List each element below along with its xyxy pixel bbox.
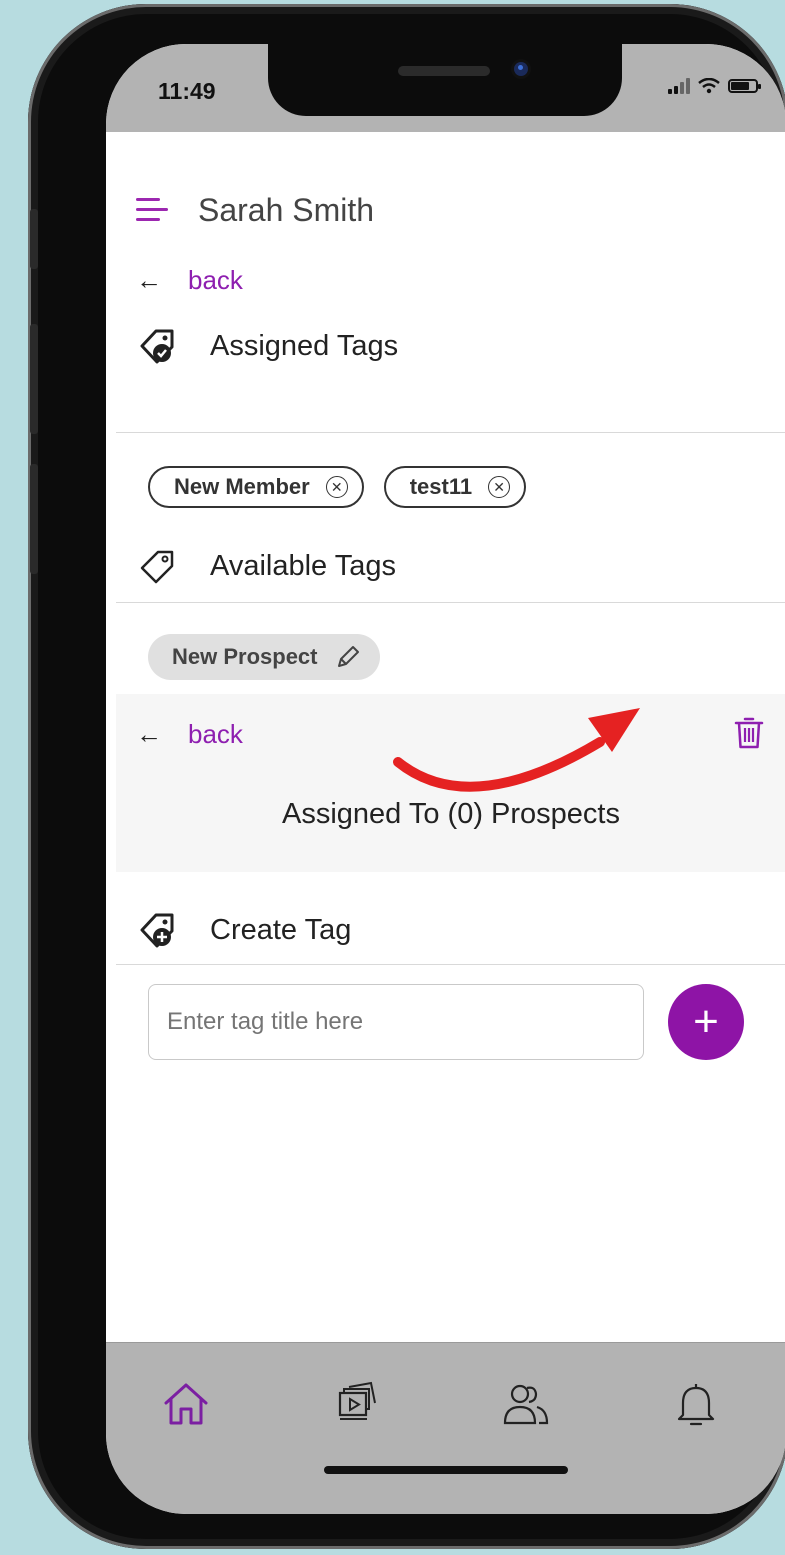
create-tag-title: Create Tag (210, 913, 352, 946)
divider (116, 432, 785, 433)
available-tags-header: Available Tags (116, 536, 785, 596)
remove-tag-icon[interactable]: ✕ (325, 476, 348, 498)
tag-check-icon (140, 329, 174, 364)
media-icon[interactable] (331, 1379, 381, 1429)
assigned-tag-list: New Member ✕ test11 ✕ (148, 466, 785, 508)
create-tag-header: Create Tag (116, 900, 785, 960)
back-link[interactable]: back (188, 265, 243, 296)
chip-label: New Member (174, 474, 310, 499)
front-camera (514, 62, 528, 76)
wifi-icon (698, 78, 720, 94)
add-tag-button[interactable]: + (668, 984, 744, 1060)
assigned-count-text: Assigned To (0) Prospects (282, 798, 620, 830)
back-nav[interactable]: ← back (116, 260, 785, 300)
volume-up-button (30, 324, 38, 434)
assigned-tag-chip[interactable]: New Member ✕ (148, 466, 364, 508)
divider (116, 964, 785, 965)
available-tags-title: Available Tags (210, 549, 396, 582)
tag-add-icon (140, 913, 174, 948)
assigned-tags-title: Assigned Tags (210, 329, 399, 362)
status-time: 11:49 (158, 78, 216, 104)
battery-icon (728, 79, 761, 93)
detail-back-link[interactable]: back (188, 719, 243, 750)
status-icons (668, 78, 761, 94)
tag-title-input[interactable] (148, 984, 644, 1060)
volume-down-button (30, 464, 38, 574)
available-tag-chip[interactable]: New Prospect (148, 634, 380, 680)
people-icon[interactable] (501, 1379, 551, 1429)
detail-back-nav[interactable]: ← back (116, 714, 243, 754)
assigned-tags-header: Assigned Tags (116, 316, 785, 376)
tag-outline-icon (140, 550, 174, 584)
trash-icon[interactable] (734, 716, 764, 750)
notch (268, 44, 622, 116)
phone-frame: 11:49 Sarah Smith ← back Assigned Tags N… (28, 4, 785, 1549)
back-arrow-icon[interactable]: ← (136, 265, 168, 296)
edit-pencil-icon[interactable] (334, 643, 362, 671)
tag-detail-panel: ← back Assigned To (0) Prospects (116, 694, 785, 872)
bottom-navigation (106, 1342, 785, 1514)
divider (116, 602, 785, 603)
home-indicator[interactable] (324, 1466, 568, 1474)
home-icon[interactable] (161, 1379, 211, 1429)
hamburger-menu-icon[interactable] (136, 196, 168, 224)
user-name: Sarah Smith (198, 191, 375, 228)
app-header: Sarah Smith (116, 184, 785, 236)
chip-label: test11 (409, 474, 473, 499)
remove-tag-icon[interactable]: ✕ (488, 476, 511, 498)
back-arrow-icon[interactable]: ← (136, 719, 168, 750)
chip-label: New Prospect (172, 644, 318, 669)
status-bar: 11:49 (106, 44, 785, 132)
bell-icon[interactable] (671, 1379, 721, 1429)
screen: 11:49 Sarah Smith ← back Assigned Tags N… (106, 44, 785, 1514)
available-tag-list: New Prospect (148, 634, 785, 680)
assigned-tag-chip[interactable]: test11 ✕ (383, 466, 527, 508)
speaker (398, 66, 490, 76)
silent-switch (30, 209, 38, 269)
signal-icon (668, 78, 690, 94)
